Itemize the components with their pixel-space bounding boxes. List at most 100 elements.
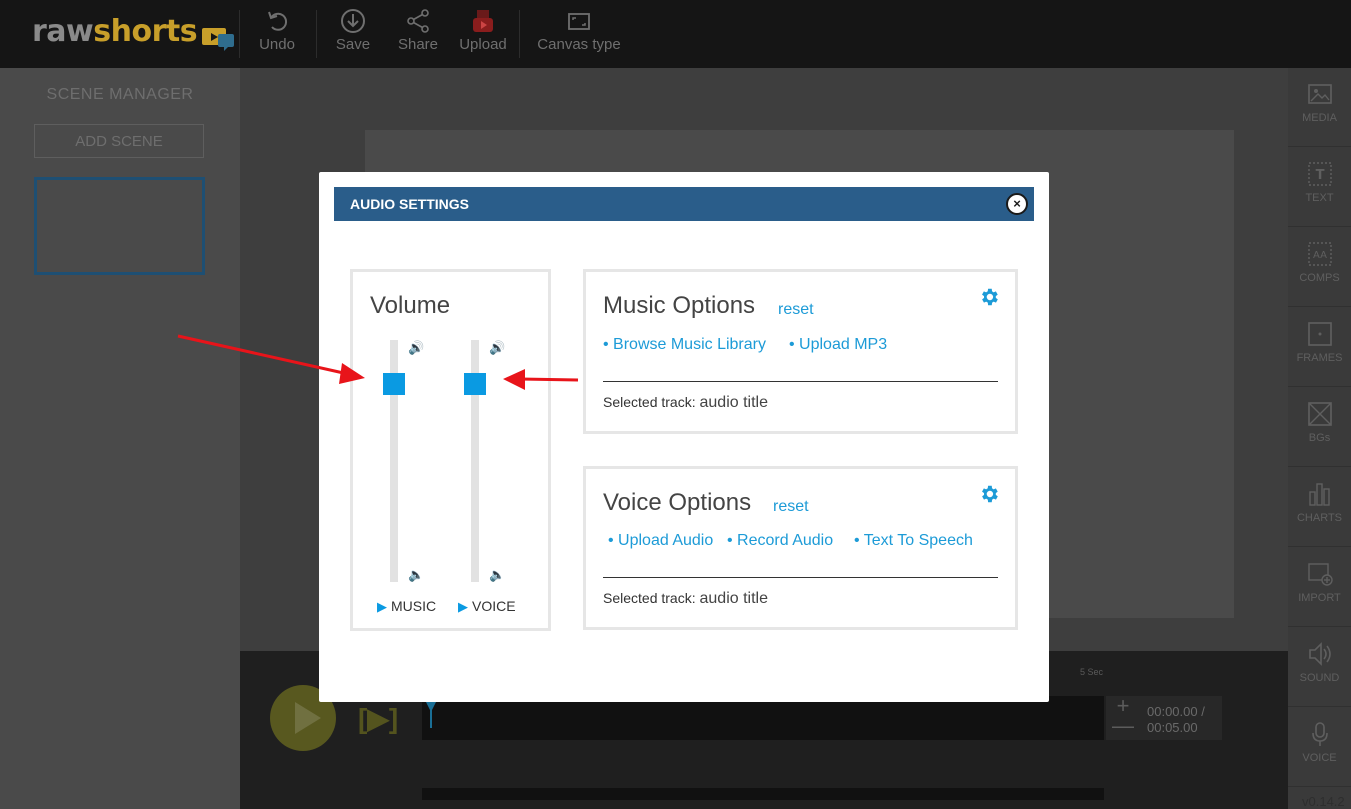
canvas-type-button[interactable]: Canvas type: [535, 8, 623, 60]
share-label: Share: [397, 36, 439, 53]
asset-tab-bgs[interactable]: BGs: [1288, 388, 1351, 467]
text-to-speech-link[interactable]: • Text To Speech: [854, 532, 973, 550]
asset-tab-voice[interactable]: VOICE: [1288, 708, 1351, 787]
text-icon: T: [1307, 162, 1332, 186]
comps-icon: AA: [1307, 242, 1332, 266]
play-triangle-icon: ▶: [458, 599, 468, 614]
svg-text:AA: AA: [1313, 250, 1327, 261]
asset-tab-frames[interactable]: FRAMES: [1288, 308, 1351, 387]
add-scene-button[interactable]: ADD SCENE: [34, 124, 204, 158]
voice-options-title: Voice Options: [603, 489, 752, 516]
browse-music-library-link[interactable]: • Browse Music Library: [603, 336, 766, 354]
voice-volume-handle[interactable]: [464, 373, 486, 395]
asset-tab-label: COMPS: [1299, 272, 1340, 284]
music-label: MUSIC: [391, 598, 437, 614]
zoom-out-button[interactable]: —: [1106, 715, 1140, 737]
divider: [603, 577, 998, 578]
timeline-track[interactable]: [422, 696, 1104, 740]
asset-tab-sound[interactable]: SOUND: [1288, 628, 1351, 707]
asset-tab-label: MEDIA: [1302, 112, 1337, 124]
play-triangle-icon: ▶: [377, 599, 387, 614]
share-button[interactable]: Share: [396, 8, 440, 60]
asset-tab-label: FRAMES: [1296, 352, 1343, 364]
asset-tab-label: IMPORT: [1298, 592, 1341, 604]
asset-tab-label: BGs: [1308, 432, 1331, 444]
version-label: v0.14.2: [1302, 794, 1345, 809]
volume-title: Volume: [370, 292, 451, 319]
asset-tab-import[interactable]: IMPORT: [1288, 548, 1351, 627]
canvas-type-label: Canvas type: [537, 36, 621, 53]
asset-tab-media[interactable]: MEDIA: [1288, 68, 1351, 147]
volume-high-icon: 🔊: [408, 340, 425, 355]
record-audio-link[interactable]: • Record Audio: [727, 532, 833, 550]
music-options-title: Music Options: [603, 292, 756, 319]
frame-icon: [1307, 322, 1332, 346]
asset-tab-label: CHARTS: [1296, 512, 1343, 524]
volume-card: [350, 269, 551, 631]
volume-low-icon: 🔈: [489, 567, 506, 582]
save-label: Save: [335, 36, 371, 53]
upload-mp3-link[interactable]: • Upload MP3: [789, 336, 887, 354]
volume-high-icon: 🔊: [489, 340, 506, 355]
music-settings-gear-icon[interactable]: [978, 286, 1000, 308]
timeline-zoom-control[interactable]: + —: [1106, 695, 1140, 740]
timeline-ruler-label: 5 Sec: [1080, 667, 1104, 677]
toolbar-divider: [316, 10, 317, 58]
save-icon: [341, 9, 365, 33]
voice-selected-track: Selected track: audio title: [603, 590, 768, 608]
selected-track-label: Selected track:: [603, 394, 696, 410]
time-readout: 00:00.00 / 00:05.00: [1140, 696, 1222, 740]
toolbar-divider: [239, 10, 240, 58]
canvas-type-icon: [568, 13, 590, 30]
asset-tab-label: TEXT: [1305, 192, 1334, 204]
upload-button[interactable]: Upload: [456, 8, 510, 60]
volume-low-icon: 🔈: [408, 567, 425, 582]
undo-label: Undo: [259, 36, 295, 53]
playhead-marker-icon[interactable]: [426, 702, 436, 728]
voice-play-button[interactable]: ▶ VOICE: [458, 598, 516, 615]
dialog-title: AUDIO SETTINGS: [334, 187, 1034, 221]
scene-manager-title: SCENE MANAGER: [46, 86, 194, 103]
background-icon: [1307, 402, 1332, 426]
logo-raw-text: raw: [32, 14, 94, 49]
selected-track-value: audio title: [699, 590, 769, 607]
selected-track-value: audio title: [699, 394, 769, 411]
upload-audio-link[interactable]: • Upload Audio: [608, 532, 713, 550]
logo-bubble-icon: [202, 28, 234, 51]
divider: [603, 381, 998, 382]
upload-label: Upload: [459, 36, 507, 53]
voice-settings-gear-icon[interactable]: [978, 483, 1000, 505]
music-volume-handle[interactable]: [383, 373, 405, 395]
music-play-button[interactable]: ▶ MUSIC: [377, 598, 436, 615]
close-icon[interactable]: ×: [1006, 193, 1028, 215]
music-selected-track: Selected track: audio title: [603, 394, 768, 412]
speaker-icon: [1308, 642, 1331, 666]
youtube-icon: [473, 10, 493, 32]
chart-icon: [1308, 483, 1330, 506]
undo-icon: [268, 11, 288, 31]
music-reset-link[interactable]: reset: [778, 301, 814, 319]
selected-track-label: Selected track:: [603, 590, 696, 606]
time-total: 00:05.00: [1147, 720, 1198, 735]
timeline-scrollbar[interactable]: [422, 788, 1104, 800]
asset-tab-charts[interactable]: CHARTS: [1288, 468, 1351, 547]
toolbar-divider: [519, 10, 520, 58]
save-button[interactable]: Save: [333, 8, 373, 60]
voice-label: VOICE: [472, 598, 516, 614]
import-icon: [1307, 563, 1333, 586]
microphone-icon: [1311, 722, 1328, 746]
asset-tab-label: SOUND: [1299, 672, 1340, 684]
step-forward-button[interactable]: [▶]: [358, 702, 398, 735]
asset-tab-comps[interactable]: AA COMPS: [1288, 228, 1351, 307]
asset-tab-text[interactable]: T TEXT: [1288, 148, 1351, 227]
share-icon: [407, 9, 429, 33]
logo-shorts-text: shorts: [93, 14, 198, 49]
time-current: 00:00.00 /: [1147, 704, 1205, 719]
image-icon: [1307, 84, 1332, 104]
asset-tab-label: VOICE: [1302, 752, 1337, 764]
app-logo[interactable]: rawshorts: [32, 14, 234, 51]
scene-thumbnail[interactable]: [34, 177, 205, 275]
voice-reset-link[interactable]: reset: [773, 498, 809, 516]
svg-text:T: T: [1315, 168, 1324, 183]
undo-button[interactable]: Undo: [256, 8, 298, 60]
